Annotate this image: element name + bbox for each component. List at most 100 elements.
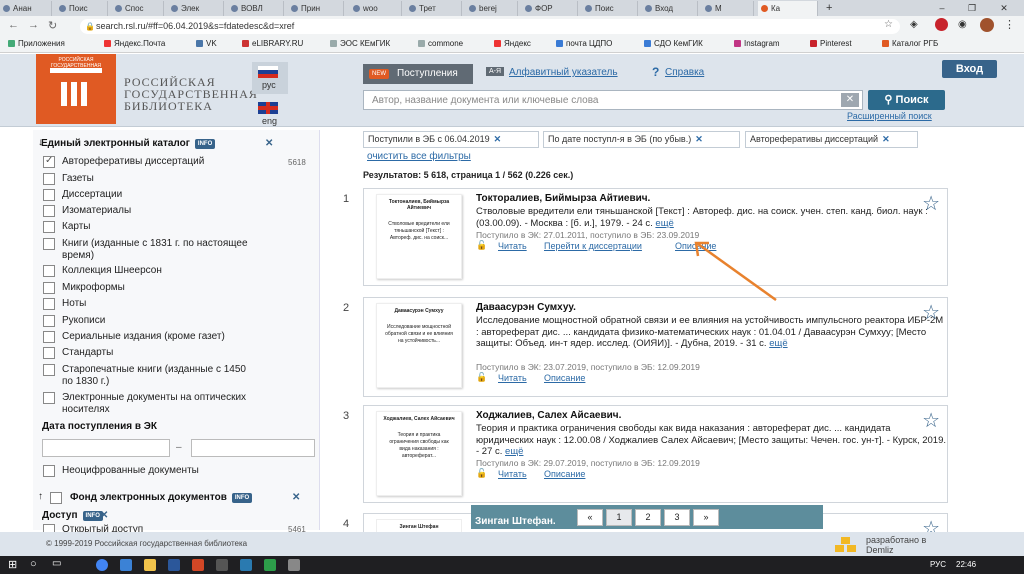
page-button-current[interactable]: 1: [606, 509, 632, 526]
browser-tab[interactable]: Поис: [56, 1, 108, 16]
bookmark-item[interactable]: Pinterest: [810, 39, 852, 48]
browser-tab[interactable]: Трет: [406, 1, 462, 16]
browser-tab[interactable]: Спос: [112, 1, 164, 16]
lang-ru-label[interactable]: рус: [262, 80, 276, 90]
close-icon[interactable]: ✕: [265, 138, 273, 149]
windows-start-icon[interactable]: ⊞: [8, 558, 17, 571]
help-link[interactable]: Справка: [665, 67, 704, 78]
document-cover[interactable]: Токтоналиев, Биймырза Айтиевич Стволовые …: [376, 194, 462, 279]
browser-tab[interactable]: Прин: [288, 1, 344, 16]
bookmark-apps[interactable]: Приложения: [8, 39, 65, 48]
app-icon[interactable]: [288, 559, 300, 571]
bookmark-item[interactable]: Яндекс: [494, 39, 531, 48]
pinterest-extension-icon[interactable]: [935, 18, 948, 31]
search-input[interactable]: Автор, название документа или ключевые с…: [363, 90, 863, 110]
remove-filter-icon[interactable]: ✕: [695, 134, 703, 144]
checkbox-option[interactable]: [43, 221, 55, 233]
tab-new-arrivals[interactable]: NEW Поступления: [363, 64, 473, 84]
bookmark-item[interactable]: Instagram: [734, 39, 780, 48]
browser-tab[interactable]: ВОВЛ: [228, 1, 284, 16]
bookmark-star-icon[interactable]: ☆: [884, 19, 893, 30]
bookmark-item[interactable]: СДО КемГИК: [644, 39, 703, 48]
checkbox-option[interactable]: [43, 392, 55, 404]
prev-page-button[interactable]: «: [577, 509, 603, 526]
checkbox-open-access[interactable]: [43, 524, 55, 532]
profile-avatar[interactable]: [980, 18, 994, 32]
menu-dots-icon[interactable]: ⋮: [1004, 18, 1015, 31]
alphabetical-index-link[interactable]: Алфавитный указатель: [509, 67, 618, 78]
bookmark-item[interactable]: commone: [418, 39, 463, 48]
document-cover[interactable]: Ходжалиев, Салех Айсаевич Теория и практи…: [376, 411, 462, 496]
arrow-up-icon[interactable]: ↑: [38, 491, 43, 502]
bookmark-item[interactable]: Яндекс.Почта: [104, 39, 165, 48]
checkbox-option[interactable]: [43, 364, 55, 376]
read-link[interactable]: Читать: [498, 469, 527, 479]
checkbox-option[interactable]: [43, 298, 55, 310]
maximize-icon[interactable]: ❐: [960, 0, 984, 16]
favorite-star-icon[interactable]: ☆: [922, 408, 940, 433]
info-badge[interactable]: INFO: [231, 493, 253, 503]
remove-filter-icon[interactable]: ✕: [494, 134, 502, 144]
document-cover[interactable]: Зинган Штефан: [376, 519, 462, 533]
checkbox-option[interactable]: [43, 238, 55, 250]
browser-tab[interactable]: ФОР: [522, 1, 578, 16]
checkbox-option[interactable]: [43, 189, 55, 201]
bookmark-item[interactable]: почта ЦДПО: [556, 39, 612, 48]
browser-tab[interactable]: Элек: [168, 1, 224, 16]
checkbox-non-digitized[interactable]: [43, 465, 55, 477]
close-icon[interactable]: ✕: [992, 0, 1016, 16]
checkbox-fund[interactable]: [50, 492, 62, 504]
new-tab-button[interactable]: +: [822, 1, 840, 16]
date-from-input[interactable]: [42, 439, 170, 457]
app-icon[interactable]: [264, 559, 276, 571]
keyboard-layout[interactable]: РУС: [930, 560, 946, 569]
checkbox-option[interactable]: [43, 265, 55, 277]
lang-en-label[interactable]: eng: [262, 116, 277, 126]
browser-tab[interactable]: woo: [350, 1, 402, 16]
browser-tab[interactable]: Вход: [642, 1, 698, 16]
bookmark-item[interactable]: eLIBRARY.RU: [242, 39, 303, 48]
word-icon[interactable]: [168, 559, 180, 571]
close-icon[interactable]: ✕: [100, 510, 108, 521]
checkbox-option[interactable]: [43, 173, 55, 185]
close-icon[interactable]: ✕: [292, 492, 300, 503]
advanced-search-link[interactable]: Расширенный поиск: [847, 111, 932, 121]
result-title[interactable]: Даваасурэн Сумхуу.: [476, 302, 576, 313]
app-icon[interactable]: [240, 559, 252, 571]
info-badge[interactable]: INFO: [194, 139, 216, 149]
browser-tab[interactable]: Анан: [0, 1, 52, 16]
checkbox-option[interactable]: [43, 347, 55, 359]
clear-filters-link[interactable]: очистить все фильтры: [367, 151, 471, 162]
checkbox-option[interactable]: [43, 331, 55, 343]
more-link[interactable]: ещё: [655, 218, 673, 229]
clear-search-icon[interactable]: ✕: [841, 93, 859, 107]
checkbox-autoreferaty[interactable]: [43, 155, 55, 168]
page-button[interactable]: 3: [664, 509, 690, 526]
bookmark-item[interactable]: VK: [196, 39, 217, 48]
rsl-logo[interactable]: РОССИЙСКАЯ ГОСУДАРСТВЕННАЯ БИБЛИОТЕКА: [36, 54, 116, 124]
favorite-star-icon[interactable]: ☆: [922, 191, 940, 216]
remove-filter-icon[interactable]: ✕: [882, 134, 890, 144]
powerpoint-icon[interactable]: [192, 559, 204, 571]
forward-icon[interactable]: →: [28, 19, 39, 31]
search-icon[interactable]: ○: [30, 558, 37, 570]
document-cover[interactable]: Даваасурэн Сумхуу Исследование мощностной…: [376, 303, 462, 388]
app-icon[interactable]: [216, 559, 228, 571]
description-link[interactable]: Описание: [544, 373, 585, 383]
app-icon[interactable]: [120, 559, 132, 571]
read-link[interactable]: Читать: [498, 373, 527, 383]
read-link[interactable]: Читать: [498, 241, 527, 251]
task-view-icon[interactable]: ▭: [52, 558, 61, 569]
chrome-icon[interactable]: [96, 559, 108, 571]
more-link[interactable]: ещё: [769, 338, 787, 349]
reload-icon[interactable]: ↻: [48, 19, 57, 32]
description-link[interactable]: Описание: [544, 469, 585, 479]
browser-tab[interactable]: М: [702, 1, 754, 16]
page-button[interactable]: 2: [635, 509, 661, 526]
checkbox-option[interactable]: [43, 205, 55, 217]
bookmark-item[interactable]: Каталог РГБ: [882, 39, 938, 48]
checkbox-option[interactable]: [43, 282, 55, 294]
next-page-button[interactable]: »: [693, 509, 719, 526]
back-icon[interactable]: ←: [8, 19, 19, 31]
bookmark-item[interactable]: ЭОС КЕмГИК: [330, 39, 390, 48]
